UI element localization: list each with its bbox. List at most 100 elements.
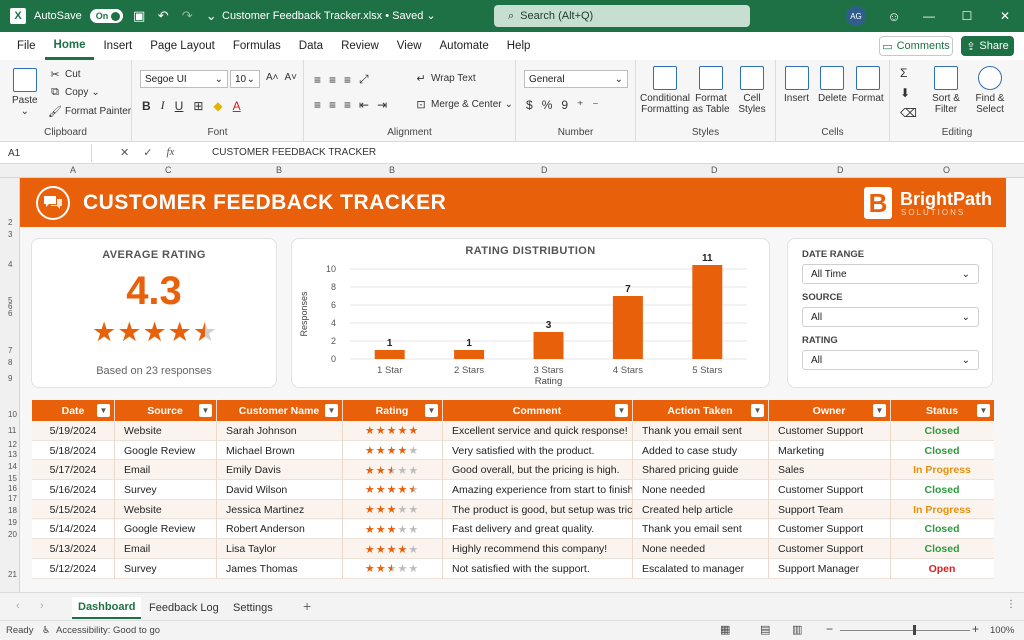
tab-home[interactable]: Home (44, 32, 95, 60)
cell-action[interactable]: None needed (632, 539, 768, 559)
conditional-formatting-button[interactable]: Conditional Formatting (640, 66, 690, 115)
cut-button[interactable]: ✂ Cut (48, 68, 80, 81)
merge-center-button[interactable]: ⊡ Merge & Center ⌄ (414, 98, 513, 111)
cell-name[interactable]: David Wilson (216, 480, 342, 500)
cell-comment[interactable]: The product is good, but setup was trick… (442, 500, 632, 520)
sheet-tab-dashboard[interactable]: Dashboard (72, 597, 142, 619)
decimal-decrease-icon[interactable]: ⁻ (592, 98, 598, 112)
find-select-button[interactable]: Find & Select (970, 66, 1010, 115)
cell-rating[interactable]: ★ ★ ★ ★ ★ (342, 520, 442, 540)
cell-comment[interactable]: Not satisfied with the support. (442, 559, 632, 579)
cell-status[interactable]: Closed (890, 539, 994, 559)
function-icon[interactable]: fx (166, 146, 174, 159)
cell-comment[interactable]: Highly recommend this company! (442, 539, 632, 559)
cancel-icon[interactable]: ✕ (120, 146, 129, 159)
column-header[interactable]: D (541, 165, 548, 175)
filter-dropdown-icon[interactable]: ▼ (977, 404, 990, 417)
add-sheet-icon[interactable]: + (303, 598, 311, 614)
search-box[interactable]: ⌕ Search (Alt+Q) (494, 5, 750, 27)
cell-date[interactable]: 5/17/2024 (32, 460, 114, 480)
tab-file[interactable]: File (8, 32, 45, 60)
accessibility-status[interactable]: Accessibility: Good to go (56, 625, 160, 636)
cell-date[interactable]: 5/15/2024 (32, 500, 114, 520)
autosum-icon[interactable]: Σ (900, 66, 907, 80)
filter-dropdown-icon[interactable]: ▼ (751, 404, 764, 417)
underline-icon[interactable]: U (175, 99, 184, 113)
sheet-tab-settings[interactable]: Settings (227, 597, 279, 619)
copy-button[interactable]: ⧉ Copy ⌄ (48, 86, 100, 98)
row-header[interactable]: 14 (8, 462, 17, 471)
formula-input[interactable]: CUSTOMER FEEDBACK TRACKER (212, 147, 376, 158)
cell-action[interactable]: Shared pricing guide (632, 460, 768, 480)
cell-source[interactable]: Survey (114, 480, 216, 500)
format-cells-button[interactable]: Format (852, 66, 884, 104)
cell-owner[interactable]: Support Team (768, 500, 890, 520)
table-row[interactable]: 5/12/2024 Survey James Thomas ★ ★ ★ ★ ★ Not sati… (32, 558, 994, 579)
row-header[interactable]: 11 (8, 426, 16, 435)
filter-dropdown-icon[interactable]: ▼ (199, 404, 212, 417)
filter-select-rating[interactable]: All ⌄ (802, 350, 979, 370)
bar[interactable] (374, 350, 405, 359)
cell-action[interactable]: Thank you email sent (632, 421, 768, 441)
cell-styles-button[interactable]: Cell Styles (734, 66, 770, 115)
column-header[interactable]: A (70, 165, 76, 175)
table-row[interactable]: 5/18/2024 Google Review Michael Brown ★ ★ ★ ★ ★… (32, 440, 994, 461)
table-row[interactable]: 5/19/2024 Website Sarah Johnson ★ ★ ★ ★ ★ Excell… (32, 421, 994, 441)
delete-cells-button[interactable]: Delete (818, 66, 847, 104)
cell-comment[interactable]: Very satisfied with the product. (442, 441, 632, 461)
page-break-icon[interactable]: ▥ (792, 623, 802, 636)
zoom-slider-thumb[interactable] (913, 625, 916, 635)
row-header[interactable]: 12 (8, 440, 17, 449)
clear-icon[interactable]: ⌫ (900, 106, 917, 120)
undo-icon[interactable]: ↶ (155, 8, 171, 24)
format-as-table-button[interactable]: Format as Table (690, 66, 732, 115)
align-left-icon[interactable]: ≡ (314, 98, 321, 112)
italic-icon[interactable]: I (161, 98, 165, 113)
cell-comment[interactable]: Amazing experience from start to finish. (442, 480, 632, 500)
column-header[interactable]: B (276, 165, 282, 175)
sort-filter-button[interactable]: Sort & Filter (928, 66, 964, 115)
cell-name[interactable]: Michael Brown (216, 441, 342, 461)
cell-source[interactable]: Google Review (114, 520, 216, 540)
bar[interactable] (692, 265, 723, 359)
fill-icon[interactable]: ⬇ (900, 86, 910, 100)
cell-rating[interactable]: ★ ★ ★ ★ ★ (342, 460, 442, 480)
tab-review[interactable]: Review (332, 32, 388, 60)
cell-status[interactable]: In Progress (890, 500, 994, 520)
column-header[interactable]: C (165, 165, 172, 175)
filter-dropdown-icon[interactable]: ▼ (97, 404, 110, 417)
row-header[interactable]: 9 (8, 374, 12, 383)
cell-rating[interactable]: ★ ★ ★ ★ ★ (342, 421, 442, 441)
row-header[interactable]: 18 (8, 506, 17, 515)
feedback-icon[interactable]: ☺ (886, 8, 902, 24)
cell-source[interactable]: Website (114, 500, 216, 520)
tab-insert[interactable]: Insert (94, 32, 141, 60)
cell-rating[interactable]: ★ ★ ★ ★ ★ (342, 539, 442, 559)
cell-name[interactable]: James Thomas (216, 559, 342, 579)
cell-name[interactable]: Sarah Johnson (216, 421, 342, 441)
cell-date[interactable]: 5/13/2024 (32, 539, 114, 559)
filter-dropdown-icon[interactable]: ▼ (425, 404, 438, 417)
table-row[interactable]: 5/13/2024 Email Lisa Taylor ★ ★ ★ ★ ★ Highly rec… (32, 539, 994, 559)
cell-source[interactable]: Website (114, 421, 216, 441)
document-title[interactable]: Customer Feedback Tracker.xlsx • Saved ⌄ (222, 9, 436, 22)
row-header[interactable]: 7 (8, 346, 12, 355)
wrap-text-button[interactable]: ↵ Wrap Text (414, 72, 475, 85)
column-header[interactable]: O (943, 165, 950, 175)
cell-action[interactable]: Added to case study (632, 441, 768, 461)
bar[interactable] (454, 350, 485, 359)
cell-action[interactable]: None needed (632, 480, 768, 500)
filter-dropdown-icon[interactable]: ▼ (325, 404, 338, 417)
cell-owner[interactable]: Customer Support (768, 539, 890, 559)
cell-status[interactable]: Closed (890, 421, 994, 441)
redo-icon[interactable]: ↷ (179, 8, 195, 24)
tab-page-layout[interactable]: Page Layout (141, 32, 224, 60)
row-header[interactable]: 15 (8, 474, 17, 483)
qat-dropdown-icon[interactable]: ⌄ (203, 8, 219, 24)
insert-cells-button[interactable]: Insert (784, 66, 809, 104)
shrink-font-icon[interactable]: A˅ (285, 72, 298, 83)
filter-select-source[interactable]: All ⌄ (802, 307, 979, 327)
decimal-increase-icon[interactable]: ⁺ (577, 98, 583, 112)
cell-rating[interactable]: ★ ★ ★ ★ ★ (342, 480, 442, 500)
sheet-canvas[interactable]: CUSTOMER FEEDBACK TRACKER B BrightPath S… (20, 178, 1024, 592)
